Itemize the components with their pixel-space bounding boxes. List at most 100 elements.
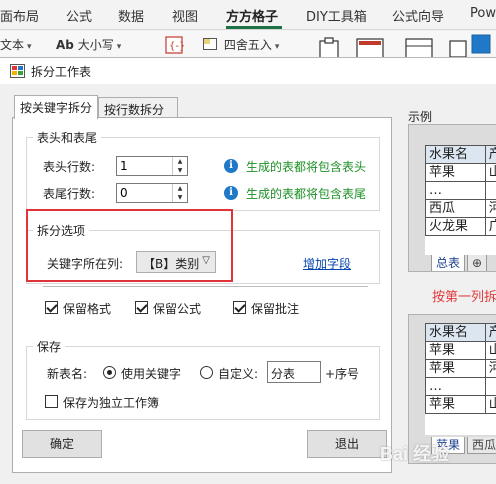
example-before-sheet: 水果名 产 苹果 山 … 西瓜 河 火龙果 广 — [425, 145, 496, 257]
watermark: Bai 经验 — [380, 444, 450, 464]
split-caption: 按第一列拆 — [432, 290, 496, 305]
table-row: 水果名 产 — [425, 323, 496, 342]
table-cell: 水果名 — [425, 323, 486, 342]
case-icon: Ab — [56, 38, 74, 52]
chevron-down-icon: ▾ — [274, 42, 280, 52]
round-icon — [203, 38, 217, 50]
ribbon-tab-data[interactable]: 数据 — [118, 6, 144, 25]
ribbon-tab-fangfang[interactable]: 方方格子 — [226, 6, 278, 25]
save-group-title: 保存 — [33, 338, 66, 355]
ok-button[interactable]: 确定 — [22, 430, 102, 458]
key-column-label: 关键字所在列: — [47, 257, 124, 271]
tab-split-by-rows[interactable]: 按行数拆分 — [98, 97, 178, 119]
split-options-title: 拆分选项 — [33, 222, 90, 239]
table-cell — [484, 377, 496, 396]
table-cell: 产 — [484, 145, 496, 164]
text-dropdown[interactable]: 文本 ▾ — [0, 36, 32, 53]
ribbon-tab-view[interactable]: 视图 — [172, 6, 198, 25]
table-row: 水果名 产 — [425, 145, 496, 164]
sheet-tab: 总表 — [431, 255, 466, 271]
table-cell: … — [425, 377, 486, 396]
ribbon-tab-formulas[interactable]: 公式 — [66, 6, 92, 25]
ribbon-tab-bar: 面布局 公式 数据 视图 方方格子 DIY工具箱 公式向导 Pow — [0, 0, 496, 30]
case-dropdown[interactable]: Ab 大小写 ▾ — [56, 36, 121, 53]
keep-formula-checkbox[interactable] — [135, 301, 148, 314]
header-rows-arrows[interactable]: ▲ ▼ — [172, 157, 187, 175]
sheet-icon[interactable] — [404, 37, 436, 59]
custom-name-label: 自定义: — [218, 367, 259, 381]
table-cell: 苹果 — [425, 341, 486, 360]
table-cell: 河 — [484, 359, 496, 378]
custom-name-input[interactable]: 分表 — [267, 361, 321, 383]
header-rows-input[interactable] — [117, 157, 173, 175]
info-icon: i — [224, 159, 238, 173]
example-after-sheet: 水果名 产 苹果 山 苹果 河 … 苹果 山 — [425, 323, 496, 435]
sheet-tab: 西瓜 — [467, 437, 496, 454]
use-keyword-radio[interactable] — [103, 366, 116, 379]
table-row: 火龙果 广 — [425, 217, 496, 236]
table-cell: 苹果 — [425, 163, 486, 182]
custom-name-radio[interactable] — [200, 366, 213, 379]
table-row: 苹果 河 — [425, 359, 496, 378]
table-row: 苹果 山 — [425, 163, 496, 182]
header-rows-label: 表头行数: — [43, 160, 96, 174]
chevron-down-icon: ▽ — [202, 255, 210, 266]
footer-hint: 生成的表都将包含表尾 — [246, 187, 367, 201]
arrow-up-icon[interactable]: ▲ — [173, 184, 187, 193]
table-cell: 苹果 — [425, 395, 486, 414]
table-cell: 山 — [484, 395, 496, 414]
table-cell: 水果名 — [425, 145, 486, 164]
example-after-table: 水果名 产 苹果 山 苹果 河 … 苹果 山 — [425, 323, 496, 414]
example-before-sheet-tabs: 总表 ⊕ — [425, 255, 496, 271]
table-cell: 产 — [484, 323, 496, 342]
round-dropdown[interactable]: 四舍五入 ▾ — [203, 36, 279, 53]
sheets-move-icon[interactable] — [448, 33, 494, 59]
footer-rows-stepper[interactable]: ▲ ▼ — [116, 183, 188, 203]
new-sheet-icon: ⊕ — [467, 255, 487, 271]
arrow-up-icon[interactable]: ▲ — [173, 157, 187, 166]
ribbon-tab-power[interactable]: Pow — [470, 6, 496, 21]
exit-button[interactable]: 退出 — [307, 430, 387, 458]
footer-rows-label: 表尾行数: — [43, 187, 96, 201]
arrow-down-icon[interactable]: ▼ — [173, 193, 187, 202]
keep-formula-label: 保留公式 — [153, 302, 202, 316]
table-row: 西瓜 河 — [425, 199, 496, 218]
keep-comment-label: 保留批注 — [251, 302, 300, 316]
table-cell: 山 — [484, 341, 496, 360]
table-cell: 广 — [484, 217, 496, 236]
app-icon — [10, 64, 25, 78]
table-split-icon[interactable] — [355, 37, 387, 59]
formula-box-icon[interactable]: {-} — [163, 35, 185, 55]
clipboard-icon[interactable] — [316, 37, 346, 59]
key-column-select[interactable]: 【B】类别 ▽ — [136, 251, 216, 273]
table-cell: 河 — [484, 199, 496, 218]
arrow-down-icon[interactable]: ▼ — [173, 166, 187, 175]
case-dropdown-label: 大小写 — [77, 38, 114, 52]
round-dropdown-label: 四舍五入 — [223, 38, 272, 52]
table-row: … — [425, 181, 496, 200]
header-rows-stepper[interactable]: ▲ ▼ — [116, 156, 188, 176]
key-column-value: 【B】类别 — [143, 257, 200, 271]
text-dropdown-label: 文本 — [0, 38, 25, 52]
separate-workbook-checkbox[interactable] — [45, 395, 58, 408]
info-icon: i — [224, 186, 238, 200]
ribbon-tab-diy-toolbox[interactable]: DIY工具箱 — [306, 6, 367, 25]
tab-split-by-keyword[interactable]: 按关键字拆分 — [14, 95, 98, 119]
table-cell: … — [425, 181, 486, 200]
footer-rows-input[interactable] — [117, 184, 173, 202]
footer-rows-arrows[interactable]: ▲ ▼ — [172, 184, 187, 202]
ribbon-toolbar: 文本 ▾ Ab 大小写 ▾ {-} 四舍五入 ▾ — [0, 31, 496, 59]
sequence-suffix: +序号 — [325, 367, 360, 381]
keep-comment-checkbox[interactable] — [233, 301, 246, 314]
ribbon-tab-page-layout[interactable]: 面布局 — [0, 6, 39, 25]
use-keyword-label: 使用关键字 — [121, 367, 182, 381]
header-hint: 生成的表都将包含表头 — [246, 160, 367, 174]
keep-format-checkbox[interactable] — [45, 301, 58, 314]
add-field-link[interactable]: 增加字段 — [303, 255, 351, 272]
ribbon-tab-formula-wizard[interactable]: 公式向导 — [392, 6, 444, 25]
table-row: … — [425, 377, 496, 396]
table-cell: 山 — [484, 163, 496, 182]
separate-workbook-label: 保存为独立工作簿 — [63, 396, 160, 410]
dialog-titlebar[interactable]: 拆分工作表 — [0, 58, 496, 84]
example-label: 示例 — [408, 110, 433, 124]
